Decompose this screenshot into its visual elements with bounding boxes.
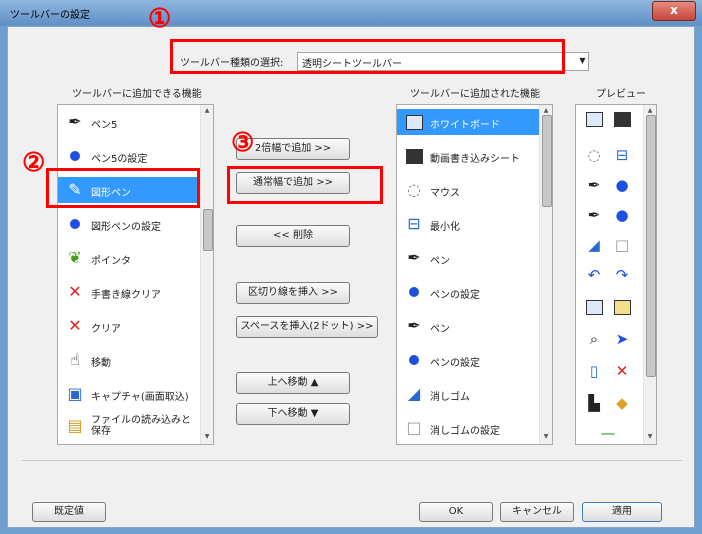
list-item[interactable]: ✕ 手書き線クリア — [58, 279, 200, 305]
mouse-icon: ◌ — [587, 146, 601, 164]
list-item[interactable]: ✒ ペン5 — [58, 109, 200, 135]
scroll-down-icon[interactable]: ▼ — [646, 433, 654, 440]
list-item[interactable]: ▤ ファイルの読み込みと保存 — [58, 413, 200, 443]
scroll-up-icon[interactable]: ▲ — [203, 107, 211, 114]
list-item[interactable]: ▣ キャプチャ(画面取込) — [58, 381, 200, 407]
ok-button[interactable]: OK — [419, 502, 493, 522]
list-item[interactable]: ペン5の設定 — [58, 143, 200, 169]
video-sheet-icon — [402, 146, 426, 166]
move-down-button[interactable]: 下へ移動 ▼ — [236, 403, 350, 425]
dot-icon — [63, 146, 87, 166]
clear-strokes-icon: ✕ — [68, 282, 82, 301]
chevron-down-icon[interactable]: ▼ — [577, 52, 588, 69]
annotation-box-2 — [46, 168, 200, 208]
clear-strokes-icon: ✕ — [615, 362, 629, 380]
scroll-up-icon[interactable]: ▲ — [646, 107, 654, 114]
list-item[interactable]: ✕ クリア — [58, 313, 200, 339]
mouse-icon: ◌ — [407, 180, 421, 199]
annotation-number-2: ② — [22, 148, 46, 178]
line-icon: — — [600, 424, 616, 442]
scroll-down-icon[interactable]: ▼ — [542, 433, 550, 440]
clear-icon: ▯ — [589, 362, 599, 380]
insert-separator-button[interactable]: 区切り線を挿入 >> — [236, 282, 350, 304]
footer-divider — [22, 460, 682, 461]
list-item[interactable]: ◢ 消しゴム — [397, 381, 539, 407]
dot-icon: ● — [615, 176, 629, 194]
apply-button[interactable]: 適用 — [582, 502, 662, 522]
eraser-icon: ◢ — [407, 384, 421, 403]
list-item[interactable]: ペンの設定 — [397, 347, 539, 373]
list-item[interactable]: ❦ ポインタ — [58, 245, 200, 271]
pen-icon: ✒ — [68, 112, 82, 131]
list-item[interactable]: ⊟ 最小化 — [397, 211, 539, 237]
video-sheet-icon — [610, 109, 634, 129]
list-item[interactable]: ✒ ペン — [397, 245, 539, 271]
close-button[interactable]: x — [652, 1, 696, 21]
annotation-number-1: ① — [148, 4, 172, 34]
list-item[interactable]: ✒ ペン — [397, 313, 539, 339]
pointer-icon: ❦ — [68, 248, 82, 267]
added-header: ツールバーに追加された機能 — [410, 89, 540, 100]
available-list[interactable]: ✒ ペン5 ペン5の設定 ✎ 図形ペン 図形ペンの設定 ❦ ポインタ ✕ 手書き… — [57, 104, 214, 445]
available-scrollbar[interactable]: ▲ ▼ — [200, 105, 213, 444]
remove-button[interactable]: << 削除 — [236, 225, 350, 247]
list-item[interactable]: □ 消しゴムの設定 — [397, 415, 539, 441]
dot-icon — [402, 282, 426, 302]
whiteboard-icon — [402, 112, 426, 132]
preview-panel: ◌ ⊟ ✒ ● ✒ ● ◢ □ ↶ ↷ ⌕ ➤ ▯ ✕ ▙ ◆ — ▲ ▼ — [575, 104, 657, 445]
minimize-icon: ⊟ — [407, 214, 421, 233]
annotation-box-1 — [170, 39, 565, 74]
move-up-button[interactable]: 上へ移動 ▲ — [236, 372, 350, 394]
pen-icon: ✒ — [407, 316, 421, 335]
scroll-thumb[interactable] — [646, 115, 656, 377]
added-list[interactable]: ホワイトボード 動画書き込みシート ◌ マウス ⊟ 最小化 ✒ ペン ペンの設定… — [396, 104, 553, 445]
dot-icon — [63, 214, 87, 234]
scroll-up-icon[interactable]: ▲ — [542, 107, 550, 114]
preview-header: プレビュー — [596, 89, 646, 100]
undo-icon: ↶ — [587, 266, 601, 284]
scroll-thumb[interactable] — [542, 115, 552, 207]
settings-icon: ◆ — [616, 394, 628, 412]
pen-icon: ✒ — [587, 206, 601, 224]
save-file-icon — [610, 297, 634, 317]
annotation-number-3: ③ — [231, 128, 255, 158]
zoom-icon: ⌕ — [589, 330, 599, 348]
square-icon: □ — [614, 236, 630, 254]
scroll-down-icon[interactable]: ▼ — [203, 433, 211, 440]
dot-icon — [402, 350, 426, 370]
insert-space-button[interactable]: スペースを挿入(2ドット) >> — [236, 316, 378, 338]
projector-icon: ▙ — [588, 394, 600, 412]
eraser-icon: ◢ — [588, 236, 600, 254]
window-title: ツールバーの設定 — [10, 10, 90, 21]
pen-icon: ✒ — [407, 248, 421, 267]
list-item[interactable]: ◌ マウス — [397, 177, 539, 203]
dot-icon: ● — [615, 206, 629, 224]
title-bar: ツールバーの設定 x — [0, 0, 702, 26]
scroll-thumb[interactable] — [203, 209, 213, 251]
preview-scrollbar[interactable]: ▲ ▼ — [643, 105, 656, 444]
pen-icon: ✒ — [587, 176, 601, 194]
hand-icon: ☝ — [70, 350, 80, 369]
list-item[interactable]: 図形ペンの設定 — [58, 211, 200, 237]
folder-icon: ▤ — [67, 416, 83, 435]
whiteboard-icon — [582, 109, 606, 129]
minimize-icon: ⊟ — [615, 146, 629, 164]
square-icon: □ — [406, 418, 422, 437]
open-file-icon — [582, 297, 606, 317]
added-scrollbar[interactable]: ▲ ▼ — [539, 105, 552, 444]
list-item[interactable]: 動画書き込みシート — [397, 143, 539, 169]
list-item[interactable]: ☝ 移動 — [58, 347, 200, 373]
list-item[interactable]: ペンの設定 — [397, 279, 539, 305]
available-header: ツールバーに追加できる機能 — [72, 89, 202, 100]
cursor-icon: ➤ — [615, 330, 629, 348]
redo-icon: ↷ — [615, 266, 629, 284]
default-button[interactable]: 既定値 — [32, 502, 106, 522]
list-item-selected[interactable]: ホワイトボード — [397, 109, 539, 135]
camera-icon: ▣ — [67, 384, 83, 403]
cancel-button[interactable]: キャンセル — [500, 502, 574, 522]
annotation-box-3 — [227, 166, 383, 204]
clear-icon: ✕ — [68, 316, 82, 335]
